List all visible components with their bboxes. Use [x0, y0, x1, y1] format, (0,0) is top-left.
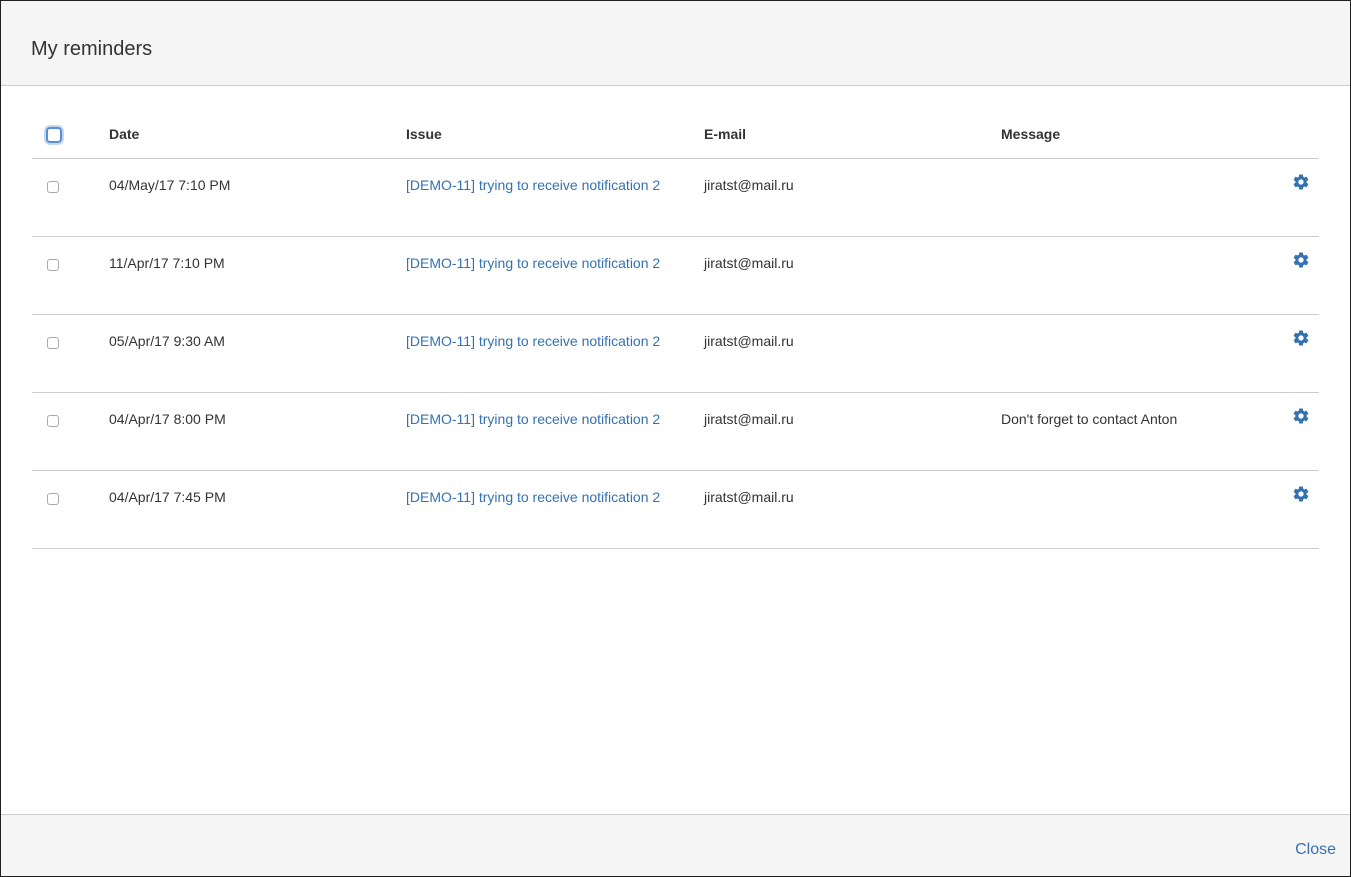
row-date-text: 04/Apr/17 7:45 PM: [109, 489, 226, 505]
table-row: 05/Apr/17 9:30 AM [DEMO-11] trying to re…: [32, 314, 1319, 393]
gear-icon[interactable]: [1292, 407, 1310, 425]
row-message: [1001, 470, 1292, 549]
dialog-header: My reminders: [1, 1, 1350, 86]
row-actions: [1292, 314, 1319, 393]
reminders-dialog: My reminders Date Issue E-mail Message 0…: [0, 0, 1351, 877]
header-issue[interactable]: Issue: [406, 110, 704, 159]
row-date-text: 05/Apr/17 9:30 AM: [109, 333, 225, 349]
row-email-text: jiratst@mail.ru: [704, 333, 794, 349]
close-button[interactable]: Close: [1295, 841, 1336, 859]
row-checkbox[interactable]: [47, 493, 59, 505]
issue-link[interactable]: [DEMO-11] trying to receive notification…: [406, 485, 666, 509]
header-select-all-cell: [32, 110, 109, 159]
reminders-table: Date Issue E-mail Message 04/May/17 7:10…: [32, 110, 1319, 549]
row-issue: [DEMO-11] trying to receive notification…: [406, 470, 704, 549]
row-email: jiratst@mail.ru: [704, 314, 1001, 393]
row-email-text: jiratst@mail.ru: [704, 489, 794, 505]
gear-icon[interactable]: [1292, 251, 1310, 269]
row-message-text: Don't forget to contact Anton: [1001, 411, 1178, 427]
table-header-row: Date Issue E-mail Message: [32, 110, 1319, 159]
row-date: 11/Apr/17 7:10 PM: [109, 236, 406, 315]
row-date: 05/Apr/17 9:30 AM: [109, 314, 406, 393]
row-checkbox[interactable]: [47, 259, 59, 271]
gear-icon[interactable]: [1292, 485, 1310, 503]
select-all-checkbox[interactable]: [46, 126, 62, 143]
header-actions: [1292, 110, 1319, 159]
row-date: 04/Apr/17 7:45 PM: [109, 470, 406, 549]
table-row: 04/Apr/17 8:00 PM [DEMO-11] trying to re…: [32, 392, 1319, 471]
row-date: 04/Apr/17 8:00 PM: [109, 392, 406, 471]
row-actions: [1292, 470, 1319, 549]
row-checkbox-cell: [32, 158, 109, 237]
issue-link[interactable]: [DEMO-11] trying to receive notification…: [406, 329, 666, 353]
header-message[interactable]: Message: [1001, 110, 1292, 159]
issue-link[interactable]: [DEMO-11] trying to receive notification…: [406, 173, 666, 197]
row-checkbox-cell: [32, 236, 109, 315]
gear-icon[interactable]: [1292, 329, 1310, 347]
issue-link[interactable]: [DEMO-11] trying to receive notification…: [406, 407, 666, 431]
table-row: 04/May/17 7:10 PM [DEMO-11] trying to re…: [32, 158, 1319, 237]
row-date-text: 04/Apr/17 8:00 PM: [109, 411, 226, 427]
row-issue: [DEMO-11] trying to receive notification…: [406, 392, 704, 471]
row-message: [1001, 314, 1292, 393]
row-checkbox-cell: [32, 314, 109, 393]
row-email-text: jiratst@mail.ru: [704, 255, 794, 271]
row-checkbox[interactable]: [47, 337, 59, 349]
row-actions: [1292, 236, 1319, 315]
row-message: [1001, 158, 1292, 237]
row-issue: [DEMO-11] trying to receive notification…: [406, 236, 704, 315]
row-email: jiratst@mail.ru: [704, 158, 1001, 237]
row-date: 04/May/17 7:10 PM: [109, 158, 406, 237]
table-row: 11/Apr/17 7:10 PM [DEMO-11] trying to re…: [32, 236, 1319, 315]
header-date[interactable]: Date: [109, 110, 406, 159]
row-message: Don't forget to contact Anton: [1001, 392, 1292, 471]
reminders-table-body: 04/May/17 7:10 PM [DEMO-11] trying to re…: [32, 158, 1319, 549]
row-issue: [DEMO-11] trying to receive notification…: [406, 158, 704, 237]
dialog-title: My reminders: [31, 38, 153, 60]
row-actions: [1292, 392, 1319, 471]
header-email[interactable]: E-mail: [704, 110, 1001, 159]
row-actions: [1292, 158, 1319, 237]
row-checkbox-cell: [32, 470, 109, 549]
row-message: [1001, 236, 1292, 315]
row-email-text: jiratst@mail.ru: [704, 177, 794, 193]
row-date-text: 04/May/17 7:10 PM: [109, 177, 231, 193]
issue-link[interactable]: [DEMO-11] trying to receive notification…: [406, 251, 666, 275]
row-checkbox[interactable]: [47, 415, 59, 427]
row-checkbox[interactable]: [47, 181, 59, 193]
row-email: jiratst@mail.ru: [704, 470, 1001, 549]
row-date-text: 11/Apr/17 7:10 PM: [109, 255, 225, 271]
row-email: jiratst@mail.ru: [704, 236, 1001, 315]
table-row: 04/Apr/17 7:45 PM [DEMO-11] trying to re…: [32, 470, 1319, 549]
row-checkbox-cell: [32, 392, 109, 471]
dialog-footer: Close: [1, 814, 1350, 876]
row-issue: [DEMO-11] trying to receive notification…: [406, 314, 704, 393]
row-email: jiratst@mail.ru: [704, 392, 1001, 471]
dialog-body: Date Issue E-mail Message 04/May/17 7:10…: [32, 110, 1319, 549]
gear-icon[interactable]: [1292, 173, 1310, 191]
row-email-text: jiratst@mail.ru: [704, 411, 794, 427]
